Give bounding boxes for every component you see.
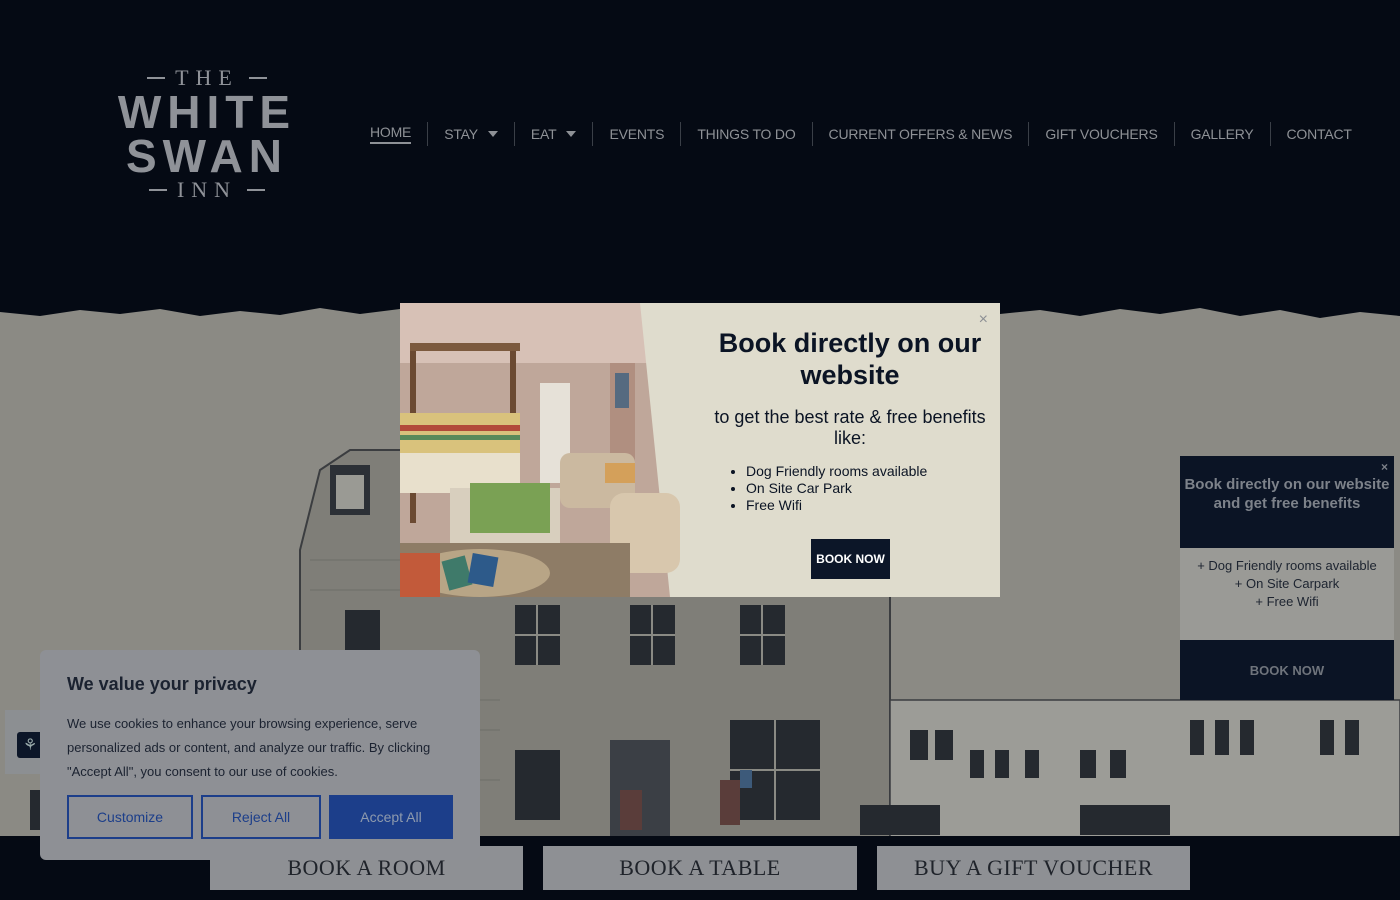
popup-subtitle: to get the best rate & free benefits lik… <box>714 407 986 448</box>
list-item: On Site Car Park <box>746 480 990 497</box>
chevron-down-icon <box>487 131 498 137</box>
popup-title: Book directly on our website <box>718 328 982 390</box>
nav-item-home[interactable]: HOME <box>360 122 427 146</box>
nav-item-events[interactable]: EVENTS <box>592 122 680 146</box>
side-widget-benefits: + Dog Friendly rooms available + On Site… <box>1180 548 1394 640</box>
cookie-settings-tab[interactable]: ⚘ <box>5 710 45 774</box>
nav-item-gallery[interactable]: GALLERY <box>1173 122 1270 146</box>
popup-body: Book directly on our website to get the … <box>710 303 990 597</box>
gift-voucher-button[interactable]: BUY A GIFT VOUCHER <box>877 846 1190 890</box>
chevron-down-icon <box>566 131 577 137</box>
accept-all-button[interactable]: Accept All <box>329 795 453 839</box>
logo-white: WHITE <box>117 86 297 138</box>
book-table-button[interactable]: BOOK A TABLE <box>543 846 857 890</box>
side-benefit: + On Site Carpark <box>1234 576 1340 591</box>
list-item: Free Wifi <box>746 497 990 514</box>
nav-item-gift-vouchers[interactable]: GIFT VOUCHERS <box>1028 122 1173 146</box>
site-logo[interactable]: THE WHITE SWAN INN <box>100 66 314 216</box>
site-header: THE WHITE SWAN INN HOME STAY EAT EVENTS … <box>0 0 1400 330</box>
nav-item-things-to-do[interactable]: THINGS TO DO <box>680 122 811 146</box>
nav-item-eat[interactable]: EAT <box>513 122 593 146</box>
booking-popup-modal: Book directly on our website to get the … <box>400 303 1000 597</box>
popup-benefits-list: Dog Friendly rooms available On Site Car… <box>746 463 990 514</box>
main-nav: HOME STAY EAT EVENTS THINGS TO DO CURREN… <box>360 120 1368 148</box>
side-benefit: + Free Wifi <box>1255 594 1319 609</box>
bedroom-photo <box>400 303 700 597</box>
cookie-description: We use cookies to enhance your browsing … <box>67 716 431 779</box>
side-widget-header: Book directly on our website and get fre… <box>1180 456 1394 548</box>
customize-button[interactable]: Customize <box>67 795 193 839</box>
side-booking-widget: Book directly on our website and get fre… <box>1180 456 1394 700</box>
side-benefit: + Dog Friendly rooms available <box>1197 558 1377 573</box>
side-widget-title: Book directly on our website and get fre… <box>1184 476 1390 512</box>
popup-book-now-button[interactable]: BOOK NOW <box>811 539 890 579</box>
logo-swan: SWAN <box>126 130 288 182</box>
logo-inn: INN <box>176 177 238 202</box>
close-icon[interactable]: × <box>1381 458 1388 477</box>
list-item: Dog Friendly rooms available <box>746 463 990 480</box>
close-icon[interactable]: × <box>979 311 988 329</box>
nav-item-contact[interactable]: CONTACT <box>1269 122 1368 146</box>
reject-all-button[interactable]: Reject All <box>201 795 321 839</box>
cookie-title: We value your privacy <box>67 674 257 694</box>
side-book-now-button[interactable]: BOOK NOW <box>1180 640 1394 700</box>
nav-item-offers-news[interactable]: CURRENT OFFERS & NEWS <box>811 122 1029 146</box>
cookie-consent-banner: We value your privacy We use cookies to … <box>40 650 480 860</box>
nav-item-stay[interactable]: STAY <box>427 122 514 146</box>
